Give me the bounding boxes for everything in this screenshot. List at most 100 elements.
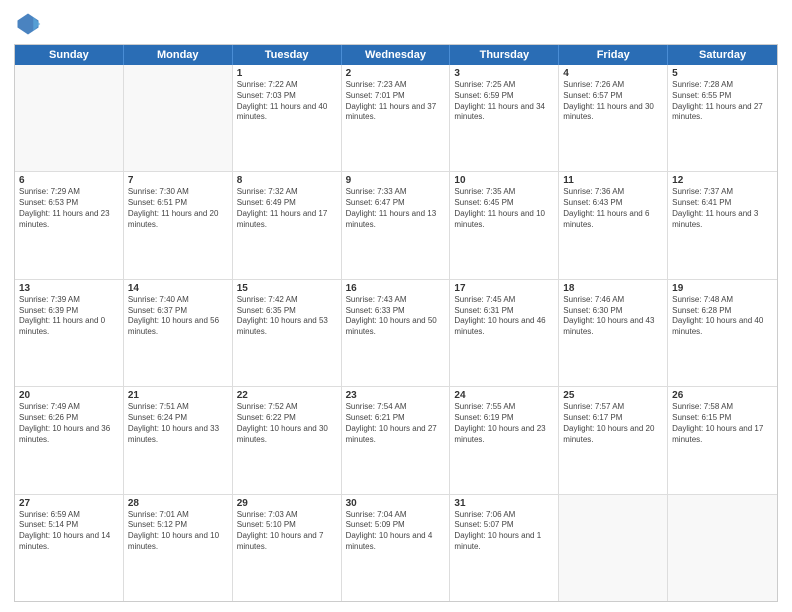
day-number: 22 [237,390,337,401]
day-number: 3 [454,68,554,79]
calendar-cell: 13Sunrise: 7:39 AMSunset: 6:39 PMDayligh… [15,280,124,386]
cell-text: Sunrise: 7:25 AMSunset: 6:59 PMDaylight:… [454,80,554,123]
calendar-cell: 27Sunrise: 6:59 AMSunset: 5:14 PMDayligh… [15,495,124,601]
header-day-thursday: Thursday [450,45,559,65]
day-number: 20 [19,390,119,401]
day-number: 30 [346,498,446,509]
day-number: 17 [454,283,554,294]
cell-text: Sunrise: 7:28 AMSunset: 6:55 PMDaylight:… [672,80,773,123]
day-number: 19 [672,283,773,294]
calendar-cell: 16Sunrise: 7:43 AMSunset: 6:33 PMDayligh… [342,280,451,386]
calendar-cell: 2Sunrise: 7:23 AMSunset: 7:01 PMDaylight… [342,65,451,171]
calendar-cell: 10Sunrise: 7:35 AMSunset: 6:45 PMDayligh… [450,172,559,278]
cell-text: Sunrise: 7:01 AMSunset: 5:12 PMDaylight:… [128,510,228,553]
calendar-cell: 12Sunrise: 7:37 AMSunset: 6:41 PMDayligh… [668,172,777,278]
cell-text: Sunrise: 7:48 AMSunset: 6:28 PMDaylight:… [672,295,773,338]
day-number: 26 [672,390,773,401]
calendar-cell: 9Sunrise: 7:33 AMSunset: 6:47 PMDaylight… [342,172,451,278]
day-number: 29 [237,498,337,509]
cell-text: Sunrise: 7:33 AMSunset: 6:47 PMDaylight:… [346,187,446,230]
calendar-cell: 4Sunrise: 7:26 AMSunset: 6:57 PMDaylight… [559,65,668,171]
header-day-sunday: Sunday [15,45,124,65]
day-number: 4 [563,68,663,79]
day-number: 21 [128,390,228,401]
logo [14,10,46,38]
cell-text: Sunrise: 7:55 AMSunset: 6:19 PMDaylight:… [454,402,554,445]
calendar-cell: 8Sunrise: 7:32 AMSunset: 6:49 PMDaylight… [233,172,342,278]
day-number: 6 [19,175,119,186]
calendar-cell: 23Sunrise: 7:54 AMSunset: 6:21 PMDayligh… [342,387,451,493]
calendar-cell [15,65,124,171]
cell-text: Sunrise: 7:32 AMSunset: 6:49 PMDaylight:… [237,187,337,230]
calendar-cell: 31Sunrise: 7:06 AMSunset: 5:07 PMDayligh… [450,495,559,601]
cell-text: Sunrise: 7:45 AMSunset: 6:31 PMDaylight:… [454,295,554,338]
day-number: 18 [563,283,663,294]
header-day-tuesday: Tuesday [233,45,342,65]
day-number: 27 [19,498,119,509]
day-number: 25 [563,390,663,401]
cell-text: Sunrise: 7:03 AMSunset: 5:10 PMDaylight:… [237,510,337,553]
calendar-row-4: 27Sunrise: 6:59 AMSunset: 5:14 PMDayligh… [15,495,777,601]
calendar-cell: 18Sunrise: 7:46 AMSunset: 6:30 PMDayligh… [559,280,668,386]
calendar-header: SundayMondayTuesdayWednesdayThursdayFrid… [15,45,777,65]
day-number: 31 [454,498,554,509]
cell-text: Sunrise: 7:46 AMSunset: 6:30 PMDaylight:… [563,295,663,338]
day-number: 5 [672,68,773,79]
cell-text: Sunrise: 7:54 AMSunset: 6:21 PMDaylight:… [346,402,446,445]
header-day-wednesday: Wednesday [342,45,451,65]
day-number: 13 [19,283,119,294]
cell-text: Sunrise: 7:57 AMSunset: 6:17 PMDaylight:… [563,402,663,445]
calendar-cell [668,495,777,601]
calendar-row-1: 6Sunrise: 7:29 AMSunset: 6:53 PMDaylight… [15,172,777,279]
cell-text: Sunrise: 7:49 AMSunset: 6:26 PMDaylight:… [19,402,119,445]
calendar-cell: 20Sunrise: 7:49 AMSunset: 6:26 PMDayligh… [15,387,124,493]
calendar-cell: 7Sunrise: 7:30 AMSunset: 6:51 PMDaylight… [124,172,233,278]
day-number: 2 [346,68,446,79]
header [14,10,778,38]
header-day-saturday: Saturday [668,45,777,65]
day-number: 12 [672,175,773,186]
calendar-cell: 15Sunrise: 7:42 AMSunset: 6:35 PMDayligh… [233,280,342,386]
day-number: 24 [454,390,554,401]
cell-text: Sunrise: 6:59 AMSunset: 5:14 PMDaylight:… [19,510,119,553]
cell-text: Sunrise: 7:04 AMSunset: 5:09 PMDaylight:… [346,510,446,553]
calendar-cell: 11Sunrise: 7:36 AMSunset: 6:43 PMDayligh… [559,172,668,278]
day-number: 23 [346,390,446,401]
calendar-cell: 22Sunrise: 7:52 AMSunset: 6:22 PMDayligh… [233,387,342,493]
cell-text: Sunrise: 7:29 AMSunset: 6:53 PMDaylight:… [19,187,119,230]
day-number: 1 [237,68,337,79]
cell-text: Sunrise: 7:37 AMSunset: 6:41 PMDaylight:… [672,187,773,230]
calendar-row-2: 13Sunrise: 7:39 AMSunset: 6:39 PMDayligh… [15,280,777,387]
logo-icon [14,10,42,38]
calendar-cell: 1Sunrise: 7:22 AMSunset: 7:03 PMDaylight… [233,65,342,171]
cell-text: Sunrise: 7:40 AMSunset: 6:37 PMDaylight:… [128,295,228,338]
calendar-cell: 30Sunrise: 7:04 AMSunset: 5:09 PMDayligh… [342,495,451,601]
calendar-cell: 14Sunrise: 7:40 AMSunset: 6:37 PMDayligh… [124,280,233,386]
cell-text: Sunrise: 7:06 AMSunset: 5:07 PMDaylight:… [454,510,554,553]
cell-text: Sunrise: 7:42 AMSunset: 6:35 PMDaylight:… [237,295,337,338]
cell-text: Sunrise: 7:36 AMSunset: 6:43 PMDaylight:… [563,187,663,230]
day-number: 11 [563,175,663,186]
calendar-cell: 19Sunrise: 7:48 AMSunset: 6:28 PMDayligh… [668,280,777,386]
header-day-friday: Friday [559,45,668,65]
calendar-cell [559,495,668,601]
day-number: 7 [128,175,228,186]
calendar-cell: 3Sunrise: 7:25 AMSunset: 6:59 PMDaylight… [450,65,559,171]
day-number: 28 [128,498,228,509]
calendar-cell: 26Sunrise: 7:58 AMSunset: 6:15 PMDayligh… [668,387,777,493]
calendar-body: 1Sunrise: 7:22 AMSunset: 7:03 PMDaylight… [15,65,777,601]
calendar-cell: 24Sunrise: 7:55 AMSunset: 6:19 PMDayligh… [450,387,559,493]
cell-text: Sunrise: 7:30 AMSunset: 6:51 PMDaylight:… [128,187,228,230]
calendar-cell: 28Sunrise: 7:01 AMSunset: 5:12 PMDayligh… [124,495,233,601]
day-number: 8 [237,175,337,186]
cell-text: Sunrise: 7:58 AMSunset: 6:15 PMDaylight:… [672,402,773,445]
calendar-cell: 17Sunrise: 7:45 AMSunset: 6:31 PMDayligh… [450,280,559,386]
cell-text: Sunrise: 7:39 AMSunset: 6:39 PMDaylight:… [19,295,119,338]
calendar-cell [124,65,233,171]
cell-text: Sunrise: 7:51 AMSunset: 6:24 PMDaylight:… [128,402,228,445]
calendar-cell: 25Sunrise: 7:57 AMSunset: 6:17 PMDayligh… [559,387,668,493]
day-number: 16 [346,283,446,294]
cell-text: Sunrise: 7:35 AMSunset: 6:45 PMDaylight:… [454,187,554,230]
calendar-cell: 21Sunrise: 7:51 AMSunset: 6:24 PMDayligh… [124,387,233,493]
cell-text: Sunrise: 7:22 AMSunset: 7:03 PMDaylight:… [237,80,337,123]
